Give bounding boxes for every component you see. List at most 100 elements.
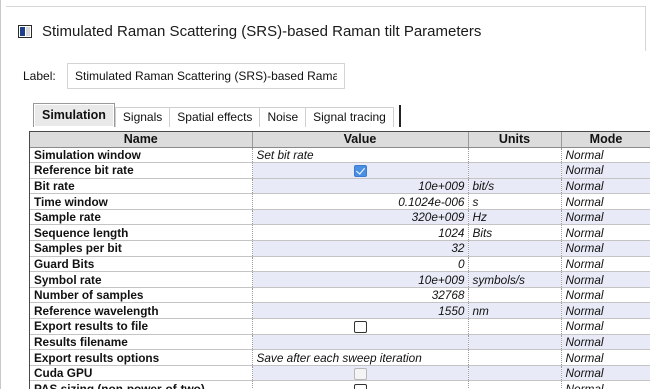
parameter-value[interactable]: 1024 bbox=[252, 224, 469, 242]
parameter-mode[interactable]: Normal bbox=[561, 193, 650, 210]
parameter-name: Export results to file bbox=[30, 318, 253, 335]
parameter-row[interactable]: Reference bit rate Normal bbox=[30, 162, 650, 179]
parameter-row[interactable]: PAS sizing (non-power-of-two) Normal bbox=[30, 380, 650, 389]
parameter-mode[interactable]: Normal bbox=[561, 302, 650, 320]
parameter-units: bit/s bbox=[468, 178, 562, 195]
column-header-name[interactable]: Name bbox=[30, 132, 253, 148]
parameter-mode[interactable]: Normal bbox=[561, 380, 650, 389]
parameter-name: Results filename bbox=[30, 334, 253, 351]
parameter-tabs: Simulation Signals Spatial effects Noise… bbox=[33, 103, 401, 127]
dialog-title: Stimulated Raman Scattering (SRS)-based … bbox=[42, 22, 482, 40]
parameter-units bbox=[468, 240, 562, 257]
parameter-row[interactable]: Time window 0.1024e-006 s Normal bbox=[30, 193, 650, 210]
parameter-grid: Name Value Units Mode Simulation window S… bbox=[29, 131, 650, 389]
parameter-mode[interactable]: Normal bbox=[561, 318, 650, 335]
top-divider bbox=[6, 6, 646, 7]
parameter-value[interactable]: 32 bbox=[252, 240, 469, 257]
parameter-row[interactable]: Samples per bit 32 Normal bbox=[30, 240, 650, 257]
parameter-value[interactable]: 0 bbox=[252, 256, 469, 273]
parameter-value[interactable]: 10e+009 bbox=[252, 178, 469, 195]
parameter-row[interactable]: Cuda GPU Normal bbox=[30, 365, 650, 382]
parameter-name: Symbol rate bbox=[30, 271, 253, 288]
label-row: Label: bbox=[23, 63, 345, 89]
label-caption: Label: bbox=[23, 69, 56, 83]
parameters-dialog: Stimulated Raman Scattering (SRS)-based … bbox=[0, 0, 651, 389]
parameter-row[interactable]: Guard Bits 0 Normal bbox=[30, 256, 650, 273]
parameter-name: Cuda GPU bbox=[30, 365, 253, 382]
parameter-mode[interactable]: Normal bbox=[561, 178, 650, 195]
parameter-mode[interactable]: Normal bbox=[561, 349, 650, 366]
parameter-value[interactable] bbox=[252, 318, 469, 335]
column-header-units[interactable]: Units bbox=[468, 132, 562, 148]
parameter-mode[interactable]: Normal bbox=[561, 256, 650, 273]
parameter-value[interactable] bbox=[252, 334, 469, 351]
parameter-row[interactable]: Sequence length 1024 Bits Normal bbox=[30, 224, 650, 242]
parameter-mode[interactable]: Normal bbox=[561, 271, 650, 288]
component-icon bbox=[18, 24, 32, 38]
parameter-value[interactable]: Save after each sweep iteration bbox=[252, 349, 469, 366]
parameter-row[interactable]: Number of samples 32768 Normal bbox=[30, 287, 650, 304]
parameter-row[interactable]: Export results to file Normal bbox=[30, 318, 650, 335]
parameter-name: Sequence length bbox=[30, 224, 253, 242]
parameter-name: Guard Bits bbox=[30, 256, 253, 273]
parameter-units bbox=[468, 380, 562, 389]
parameter-mode[interactable]: Normal bbox=[561, 240, 650, 257]
tab-signals[interactable]: Signals bbox=[114, 107, 171, 127]
parameter-row[interactable]: Simulation window Set bit rate Normal bbox=[30, 147, 650, 164]
parameter-value[interactable]: 0.1024e-006 bbox=[252, 193, 469, 210]
parameter-row[interactable]: Results filename Normal bbox=[30, 334, 650, 351]
parameter-value[interactable] bbox=[252, 365, 469, 382]
parameter-name: Reference wavelength bbox=[30, 302, 253, 320]
parameter-units: nm bbox=[468, 302, 562, 320]
parameter-mode[interactable]: Normal bbox=[561, 334, 650, 351]
parameter-units: Bits bbox=[468, 224, 562, 242]
parameter-units bbox=[468, 162, 562, 179]
parameter-value[interactable]: 32768 bbox=[252, 287, 469, 304]
parameter-value[interactable] bbox=[252, 162, 469, 179]
checked-checkbox[interactable] bbox=[354, 165, 367, 178]
parameter-mode[interactable]: Normal bbox=[561, 287, 650, 304]
parameter-row[interactable]: Bit rate 10e+009 bit/s Normal bbox=[30, 178, 650, 195]
parameter-row[interactable]: Sample rate 320e+009 Hz Normal bbox=[30, 209, 650, 226]
disabled-checkbox[interactable] bbox=[354, 368, 367, 380]
parameter-row[interactable]: Reference wavelength 1550 nm Normal bbox=[30, 302, 650, 320]
parameter-units bbox=[468, 287, 562, 304]
parameter-value[interactable]: 320e+009 bbox=[252, 209, 469, 226]
parameter-value[interactable]: 10e+009 bbox=[252, 271, 469, 288]
parameter-units bbox=[468, 147, 562, 164]
parameter-name: Export results options bbox=[30, 349, 253, 366]
parameter-mode[interactable]: Normal bbox=[561, 224, 650, 242]
parameter-units bbox=[468, 256, 562, 273]
parameter-mode[interactable]: Normal bbox=[561, 365, 650, 382]
grid-header-row: Name Value Units Mode bbox=[30, 132, 650, 148]
tab-simulation[interactable]: Simulation bbox=[33, 103, 115, 127]
column-header-mode[interactable]: Mode bbox=[561, 132, 650, 148]
parameter-units bbox=[468, 365, 562, 382]
column-header-value[interactable]: Value bbox=[252, 132, 469, 148]
tab-spatial-effects[interactable]: Spatial effects bbox=[170, 107, 261, 127]
parameter-name: Reference bit rate bbox=[30, 162, 253, 179]
parameter-name: Sample rate bbox=[30, 209, 253, 226]
parameter-name: Number of samples bbox=[30, 287, 253, 304]
parameter-value[interactable]: Set bit rate bbox=[252, 147, 469, 164]
parameter-mode[interactable]: Normal bbox=[561, 162, 650, 179]
parameter-value[interactable] bbox=[252, 380, 469, 389]
parameter-name: Time window bbox=[30, 193, 253, 210]
parameter-row[interactable]: Export results options Save after each sw… bbox=[30, 349, 650, 366]
tab-noise[interactable]: Noise bbox=[260, 107, 307, 127]
parameter-row[interactable]: Symbol rate 10e+009 symbols/s Normal bbox=[30, 271, 650, 288]
parameter-name: Samples per bit bbox=[30, 240, 253, 257]
label-input[interactable] bbox=[67, 63, 345, 89]
tab-signal-tracing[interactable]: Signal tracing bbox=[306, 107, 394, 127]
right-divider bbox=[645, 6, 646, 51]
parameter-units: symbols/s bbox=[468, 271, 562, 288]
checkbox[interactable] bbox=[354, 383, 367, 389]
parameter-mode[interactable]: Normal bbox=[561, 147, 650, 164]
parameter-name: PAS sizing (non-power-of-two) bbox=[30, 380, 253, 389]
parameter-units: Hz bbox=[468, 209, 562, 226]
parameter-name: Simulation window bbox=[30, 147, 253, 164]
parameter-value[interactable]: 1550 bbox=[252, 302, 469, 320]
parameter-name: Bit rate bbox=[30, 178, 253, 195]
parameter-mode[interactable]: Normal bbox=[561, 209, 650, 226]
checkbox[interactable] bbox=[354, 321, 367, 334]
